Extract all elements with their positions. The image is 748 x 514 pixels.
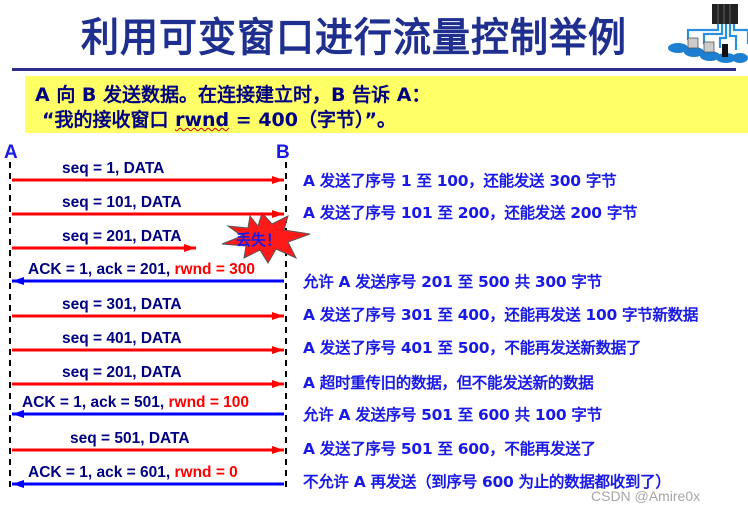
rwnd-value: rwnd = 0: [174, 464, 238, 481]
message-label: ACK = 1, ack = 601, rwnd = 0: [28, 464, 238, 482]
explanation-note: A 发送了序号 401 至 500，不能再发送新数据了: [303, 339, 642, 357]
message-label: ACK = 1, ack = 201, rwnd = 300: [28, 261, 255, 279]
message-text: seq = 501, DATA: [70, 430, 190, 447]
explanation-note: A 发送了序号 101 至 200，还能发送 200 字节: [303, 204, 638, 222]
explanation-note: A 发送了序号 301 至 400，还能再发送 100 字节新数据: [303, 306, 699, 324]
message-label: seq = 401, DATA: [62, 330, 182, 348]
message-text: seq = 201, DATA: [62, 364, 182, 381]
explanation-note: A 发送了序号 1 至 100，还能发送 300 字节: [303, 172, 617, 190]
explanation-note: 允许 A 发送序号 501 至 600 共 100 字节: [303, 406, 602, 424]
message-label: seq = 201, DATA: [62, 228, 182, 246]
explanation-note: A 超时重传旧的数据，但不能发送新的数据: [303, 374, 594, 392]
message-label: seq = 301, DATA: [62, 296, 182, 314]
message-text: ACK = 1, ack = 501,: [22, 394, 169, 411]
message-label: ACK = 1, ack = 501, rwnd = 100: [22, 394, 249, 412]
message-text: seq = 401, DATA: [62, 330, 182, 347]
rwnd-value: rwnd = 100: [168, 394, 250, 411]
rwnd-value: rwnd = 300: [174, 261, 256, 278]
explanation-note: 允许 A 发送序号 201 至 500 共 300 字节: [303, 273, 602, 291]
lost-label: 丢失！: [236, 231, 282, 249]
message-text: seq = 201, DATA: [62, 228, 182, 245]
message-text: ACK = 1, ack = 201,: [28, 261, 175, 278]
message-text: ACK = 1, ack = 601,: [28, 464, 175, 481]
message-label: seq = 1, DATA: [62, 160, 164, 178]
message-label: seq = 501, DATA: [70, 430, 190, 448]
message-label: seq = 201, DATA: [62, 364, 182, 382]
message-text: seq = 301, DATA: [62, 296, 182, 313]
explanation-note: A 发送了序号 501 至 600，不能再发送了: [303, 440, 596, 458]
message-label: seq = 101, DATA: [62, 194, 182, 212]
message-text: seq = 101, DATA: [62, 194, 182, 211]
message-text: seq = 1, DATA: [62, 160, 165, 177]
watermark: CSDN @Amire0x: [591, 488, 701, 504]
